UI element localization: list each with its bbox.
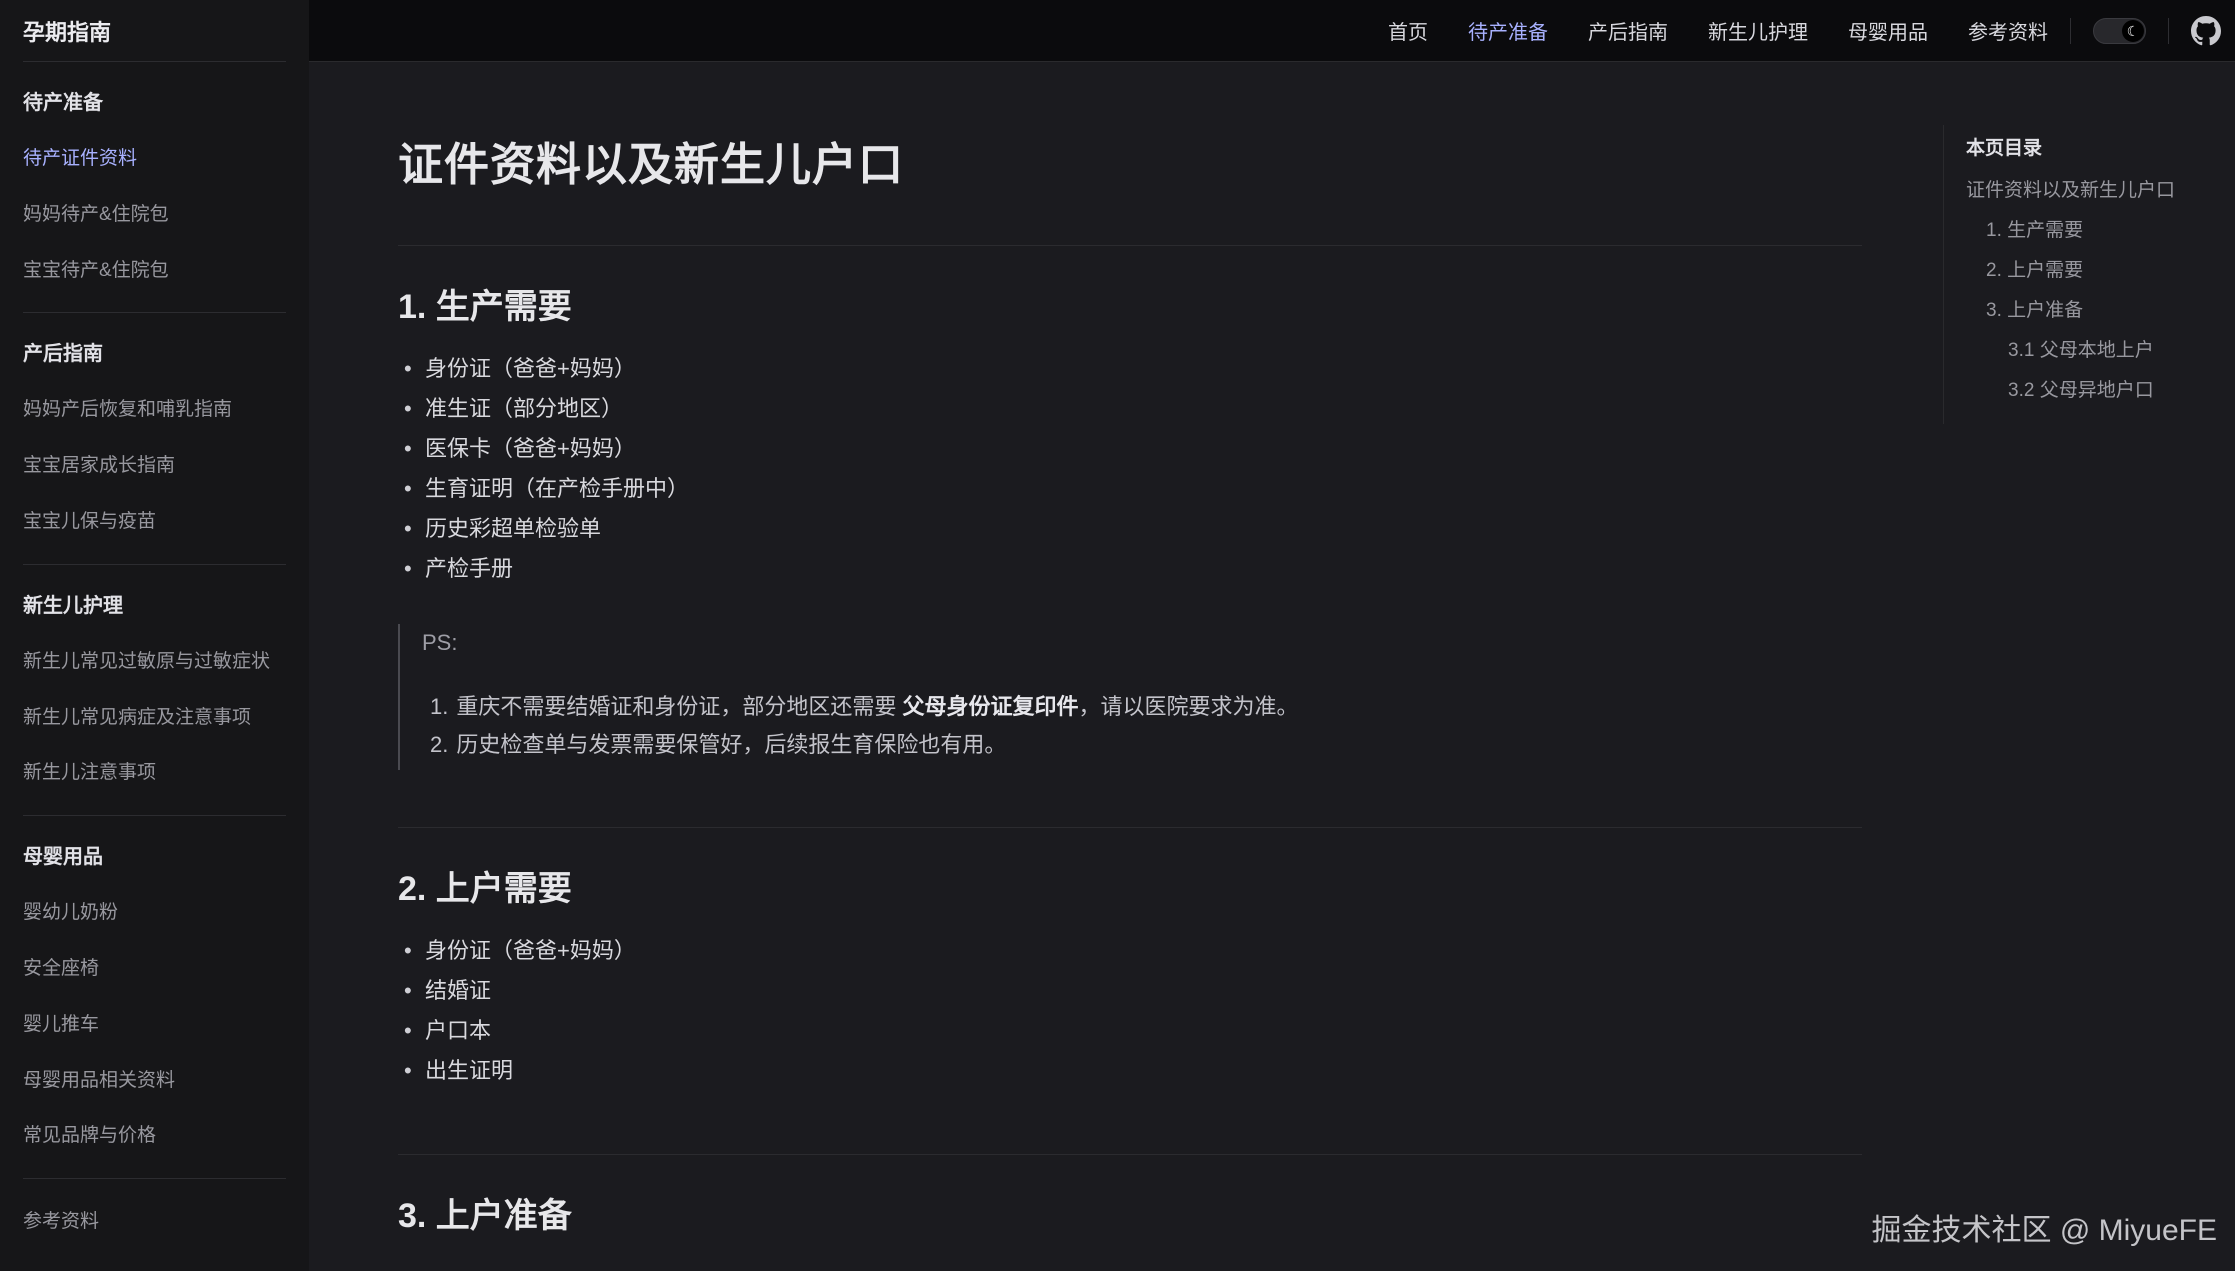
dark-mode-toggle[interactable]: ☾ bbox=[2093, 18, 2146, 44]
sidebar-group-prenatal: 待产准备 待产证件资料 妈妈待产&住院包 宝宝待产&住院包 bbox=[23, 62, 286, 313]
ps-note-blockquote: PS: 1. 重庆不需要结婚证和身份证，部分地区还需要 父母身份证复印件，请以医院… bbox=[398, 624, 1862, 770]
ps-item-text: ，请以医院要求为准。 bbox=[1079, 694, 1299, 719]
sidebar-group-postpartum: 产后指南 妈妈产后恢复和哺乳指南 宝宝居家成长指南 宝宝儿保与疫苗 bbox=[23, 313, 286, 564]
sidebar-group-header: 母婴用品 bbox=[23, 840, 286, 869]
nav-divider bbox=[2070, 18, 2071, 44]
ps-item-number: 1. bbox=[430, 694, 448, 719]
nav-link-references[interactable]: 参考资料 bbox=[1968, 16, 2048, 45]
nav-link-prenatal[interactable]: 待产准备 bbox=[1468, 16, 1548, 45]
site-title: 孕期指南 bbox=[23, 0, 286, 62]
section-heading-1: 1. 生产需要 bbox=[398, 246, 1862, 328]
moon-icon: ☾ bbox=[2122, 20, 2144, 42]
sidebar-group-newborn-care: 新生儿护理 新生儿常见过敏原与过敏症状 新生儿常见病症及注意事项 新生儿注意事项 bbox=[23, 565, 286, 816]
sidebar-item-safety-seat[interactable]: 安全座椅 bbox=[23, 958, 286, 981]
github-logo-svg bbox=[2191, 16, 2221, 46]
sidebar-group-references: 参考资料 bbox=[23, 1179, 286, 1264]
sidebar-item-mom-recovery[interactable]: 妈妈产后恢复和哺乳指南 bbox=[23, 399, 286, 422]
toc-link-section-2[interactable]: 2. 上户需要 bbox=[1966, 261, 2229, 280]
list-item: 出生证明 bbox=[398, 1056, 1862, 1096]
toc-link-section-3[interactable]: 3. 上户准备 bbox=[1966, 301, 2229, 320]
list-item: 准生证（部分地区） bbox=[398, 394, 1862, 434]
sidebar-item-stroller[interactable]: 婴儿推车 bbox=[23, 1014, 286, 1037]
sidebar-item-brands-prices[interactable]: 常见品牌与价格 bbox=[23, 1125, 286, 1148]
sidebar-item-baby-hospital-bag[interactable]: 宝宝待产&住院包 bbox=[23, 260, 286, 283]
github-icon[interactable] bbox=[2191, 16, 2221, 46]
sidebar-item-newborn-notes[interactable]: 新生儿注意事项 bbox=[23, 762, 286, 785]
list-item: 户口本 bbox=[398, 1016, 1862, 1056]
outline-title: 本页目录 bbox=[1966, 133, 2229, 160]
household-registration-list: 身份证（爸爸+妈妈） 结婚证 户口本 出生证明 bbox=[398, 936, 1862, 1096]
nav-divider bbox=[2168, 18, 2169, 44]
list-item: 历史彩超单检验单 bbox=[398, 514, 1862, 554]
nav-link-home[interactable]: 首页 bbox=[1388, 16, 1428, 45]
ps-item: 2. 历史检查单与发票需要保管好，后续报生育保险也有用。 bbox=[422, 726, 1862, 764]
ps-item-number: 2. bbox=[430, 732, 448, 757]
sidebar-item-products-info[interactable]: 母婴用品相关资料 bbox=[23, 1070, 286, 1093]
toc-link-section-3-2[interactable]: 3.2 父母异地户口 bbox=[1966, 381, 2229, 400]
section-heading-2: 2. 上户需要 bbox=[398, 828, 1862, 910]
list-item: 产检手册 bbox=[398, 554, 1862, 594]
sidebar-group-baby-products: 母婴用品 婴幼儿奶粉 安全座椅 婴儿推车 母婴用品相关资料 常见品牌与价格 bbox=[23, 816, 286, 1179]
ps-item: 1. 重庆不需要结婚证和身份证，部分地区还需要 父母身份证复印件，请以医院要求为准… bbox=[422, 688, 1862, 726]
ps-ordered-list: 1. 重庆不需要结婚证和身份证，部分地区还需要 父母身份证复印件，请以医院要求为准… bbox=[422, 688, 1862, 764]
list-item: 医保卡（爸爸+妈妈） bbox=[398, 434, 1862, 474]
nav-link-postpartum[interactable]: 产后指南 bbox=[1588, 16, 1668, 45]
sidebar-group-header: 待产准备 bbox=[23, 86, 286, 115]
ps-item-text: 重庆不需要结婚证和身份证，部分地区还需要 bbox=[456, 694, 902, 719]
section-heading-3: 3. 上户准备 bbox=[398, 1155, 1862, 1237]
page-title: 证件资料以及新生儿户口 bbox=[398, 128, 1862, 193]
ps-item-bold-text: 父母身份证复印件 bbox=[902, 694, 1078, 719]
sidebar-item-newborn-allergy[interactable]: 新生儿常见过敏原与过敏症状 bbox=[23, 651, 286, 674]
nav-link-newborn-care[interactable]: 新生儿护理 bbox=[1708, 16, 1808, 45]
toc-link-page[interactable]: 证件资料以及新生儿户口 bbox=[1966, 181, 2229, 200]
sidebar-item-baby-vaccine[interactable]: 宝宝儿保与疫苗 bbox=[23, 511, 286, 534]
list-item: 身份证（爸爸+妈妈） bbox=[398, 936, 1862, 976]
sidebar-item-mom-hospital-bag[interactable]: 妈妈待产&住院包 bbox=[23, 204, 286, 227]
sidebar-item-milk-powder[interactable]: 婴幼儿奶粉 bbox=[23, 902, 286, 925]
sidebar-item-references[interactable]: 参考资料 bbox=[23, 1211, 286, 1234]
registration-notice: 新生儿落户需在出生一个月内，携带《出生医学证明》、父母的户口簿、身份证、结婚证等… bbox=[398, 1267, 1862, 1271]
sidebar-item-baby-growth[interactable]: 宝宝居家成长指南 bbox=[23, 455, 286, 478]
nav-link-baby-products[interactable]: 母婴用品 bbox=[1848, 16, 1928, 45]
sidebar-group-header: 新生儿护理 bbox=[23, 589, 286, 618]
list-item: 生育证明（在产检手册中） bbox=[398, 474, 1862, 514]
sidebar-item-newborn-illness[interactable]: 新生儿常见病症及注意事项 bbox=[23, 707, 286, 730]
sidebar: 孕期指南 待产准备 待产证件资料 妈妈待产&住院包 宝宝待产&住院包 产后指南 … bbox=[0, 0, 309, 1271]
sidebar-group-header: 产后指南 bbox=[23, 337, 286, 366]
toc-link-section-1[interactable]: 1. 生产需要 bbox=[1966, 221, 2229, 240]
birth-needs-list: 身份证（爸爸+妈妈） 准生证（部分地区） 医保卡（爸爸+妈妈） 生育证明（在产检… bbox=[398, 354, 1862, 594]
list-item: 结婚证 bbox=[398, 976, 1862, 1016]
ps-label: PS: bbox=[422, 628, 1862, 658]
page-outline: 本页目录 证件资料以及新生儿户口 1. 生产需要 2. 上户需要 3. 上户准备… bbox=[1943, 125, 2229, 424]
toc-link-section-3-1[interactable]: 3.1 父母本地上户 bbox=[1966, 341, 2229, 360]
sidebar-item-prenatal-documents[interactable]: 待产证件资料 bbox=[23, 148, 286, 171]
ps-item-text: 历史检查单与发票需要保管好，后续报生育保险也有用。 bbox=[456, 732, 1006, 757]
watermark: 掘金技术社区 @ MiyueFE bbox=[1872, 1205, 2217, 1249]
top-navbar: 首页 待产准备 产后指南 新生儿护理 母婴用品 参考资料 ☾ bbox=[309, 0, 2235, 62]
list-item: 身份证（爸爸+妈妈） bbox=[398, 354, 1862, 394]
